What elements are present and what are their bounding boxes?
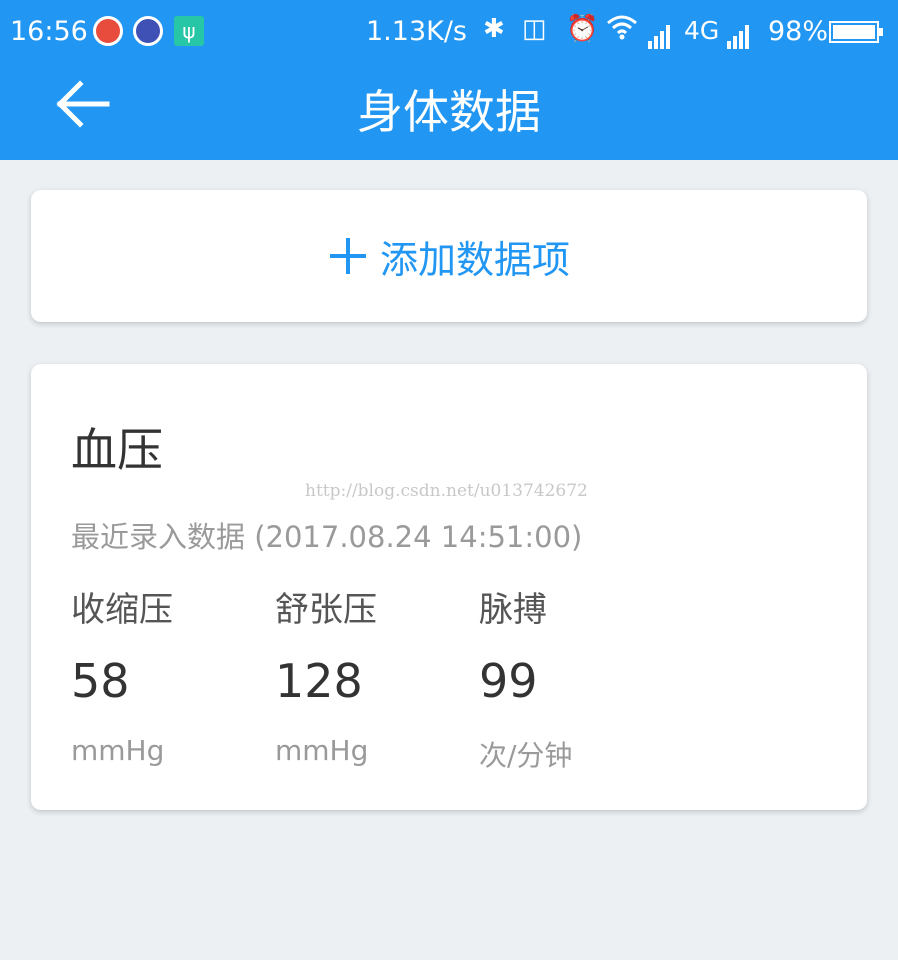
metric-value: 128	[275, 654, 363, 708]
metric-label: 舒张压	[275, 590, 377, 630]
notification-shield-icon	[133, 16, 163, 46]
wifi-icon	[606, 14, 638, 47]
battery-percent: 98%	[768, 16, 829, 47]
card-title: 血压	[71, 423, 163, 477]
add-data-item-content: 添加数据项	[31, 190, 867, 322]
notification-app-icon	[93, 16, 123, 46]
metric-unit: mmHg	[275, 734, 369, 767]
watermark: http://blog.csdn.net/u013742672	[305, 481, 588, 501]
page-title: 身体数据	[357, 85, 541, 139]
usb-icon: ψ	[174, 16, 204, 46]
network-speed: 1.13K/s	[366, 16, 467, 47]
add-data-item-label: 添加数据项	[379, 237, 570, 282]
metric-diastolic: 舒张压 128 mmHg	[275, 582, 475, 767]
metric-unit: mmHg	[71, 734, 165, 767]
network-type: 4G	[684, 16, 720, 45]
status-bar: 16:56 ψ 1.13K/s ✱ ◫ ⏰ 4G 98%	[0, 0, 898, 62]
metric-value: 99	[479, 654, 538, 708]
bluetooth-icon: ✱	[483, 14, 505, 44]
metric-value: 58	[71, 654, 130, 708]
vibrate-off-icon: ◫	[522, 14, 547, 44]
metric-unit: 次/分钟	[479, 739, 573, 772]
metric-label: 收缩压	[71, 590, 173, 630]
metric-label: 脉搏	[479, 590, 547, 630]
signal-icon-2	[727, 18, 751, 49]
metric-pulse: 脉搏 99 次/分钟	[479, 582, 679, 772]
blood-pressure-card[interactable]: 血压 http://blog.csdn.net/u013742672 最近录入数…	[31, 364, 867, 810]
metric-systolic: 收缩压 58 mmHg	[71, 582, 271, 767]
recent-entry-label: 最近录入数据 (2017.08.24 14:51:00)	[71, 520, 583, 554]
add-data-item-button[interactable]: 添加数据项	[31, 190, 867, 322]
app-bar: 16:56 ψ 1.13K/s ✱ ◫ ⏰ 4G 98% 身体数据	[0, 0, 898, 160]
status-time: 16:56	[10, 16, 88, 47]
alarm-icon: ⏰	[566, 14, 599, 44]
plus-icon	[329, 238, 366, 274]
signal-icon	[648, 18, 672, 49]
battery-icon	[829, 21, 883, 43]
